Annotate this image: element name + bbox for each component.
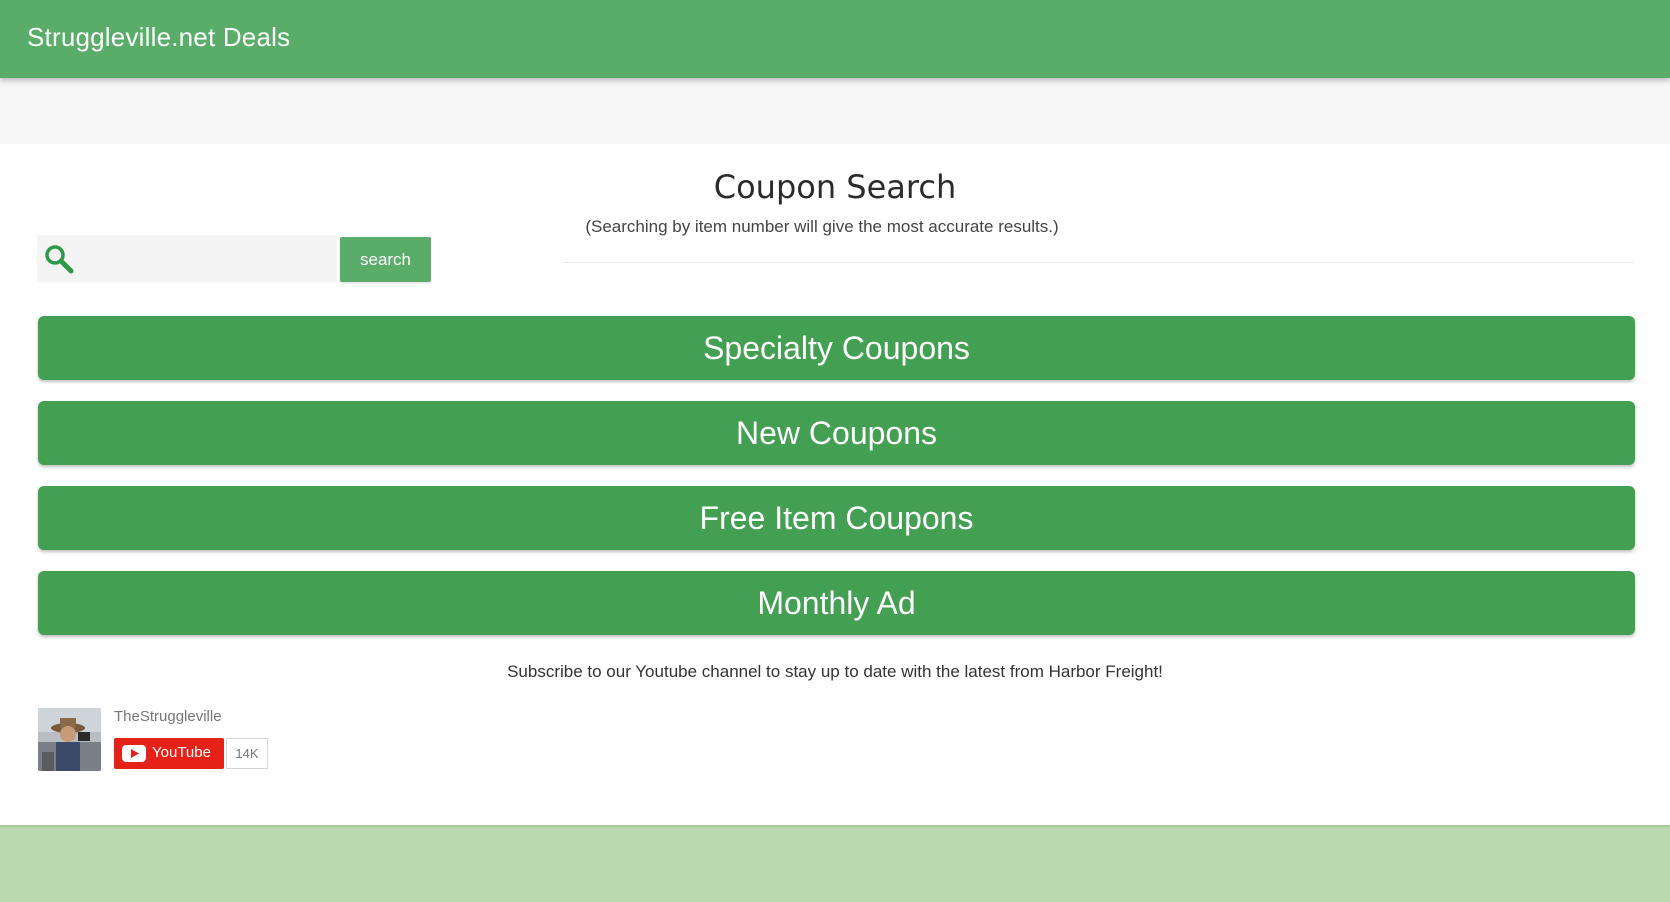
- free-item-coupons-button[interactable]: Free Item Coupons: [38, 486, 1635, 550]
- footer: [0, 825, 1670, 902]
- app-title: Struggleville.net Deals: [27, 22, 291, 52]
- channel-name[interactable]: TheStruggleville: [114, 708, 222, 725]
- new-coupons-button[interactable]: New Coupons: [38, 401, 1635, 465]
- search-hint: (Searching by item number will give the …: [585, 217, 1059, 236]
- search-button[interactable]: search: [340, 237, 431, 282]
- monthly-ad-button[interactable]: Monthly Ad: [38, 571, 1635, 635]
- header-spacer-band: [0, 78, 1670, 144]
- search-icon: [42, 242, 76, 276]
- subscriber-count: 14K: [226, 738, 268, 769]
- youtube-subscribe-button[interactable]: YouTube: [114, 738, 224, 769]
- channel-avatar[interactable]: [38, 708, 101, 771]
- youtube-play-icon: [122, 745, 146, 762]
- search-input[interactable]: [81, 241, 333, 277]
- specialty-coupons-button[interactable]: Specialty Coupons: [38, 316, 1635, 380]
- app-bar: Struggleville.net Deals: [0, 0, 1670, 78]
- page-title: Coupon Search: [713, 168, 957, 206]
- youtube-label: YouTube: [152, 744, 211, 761]
- search-box[interactable]: [37, 235, 337, 282]
- divider: [563, 262, 1633, 263]
- subscribe-text: Subscribe to our Youtube channel to stay…: [507, 662, 1163, 681]
